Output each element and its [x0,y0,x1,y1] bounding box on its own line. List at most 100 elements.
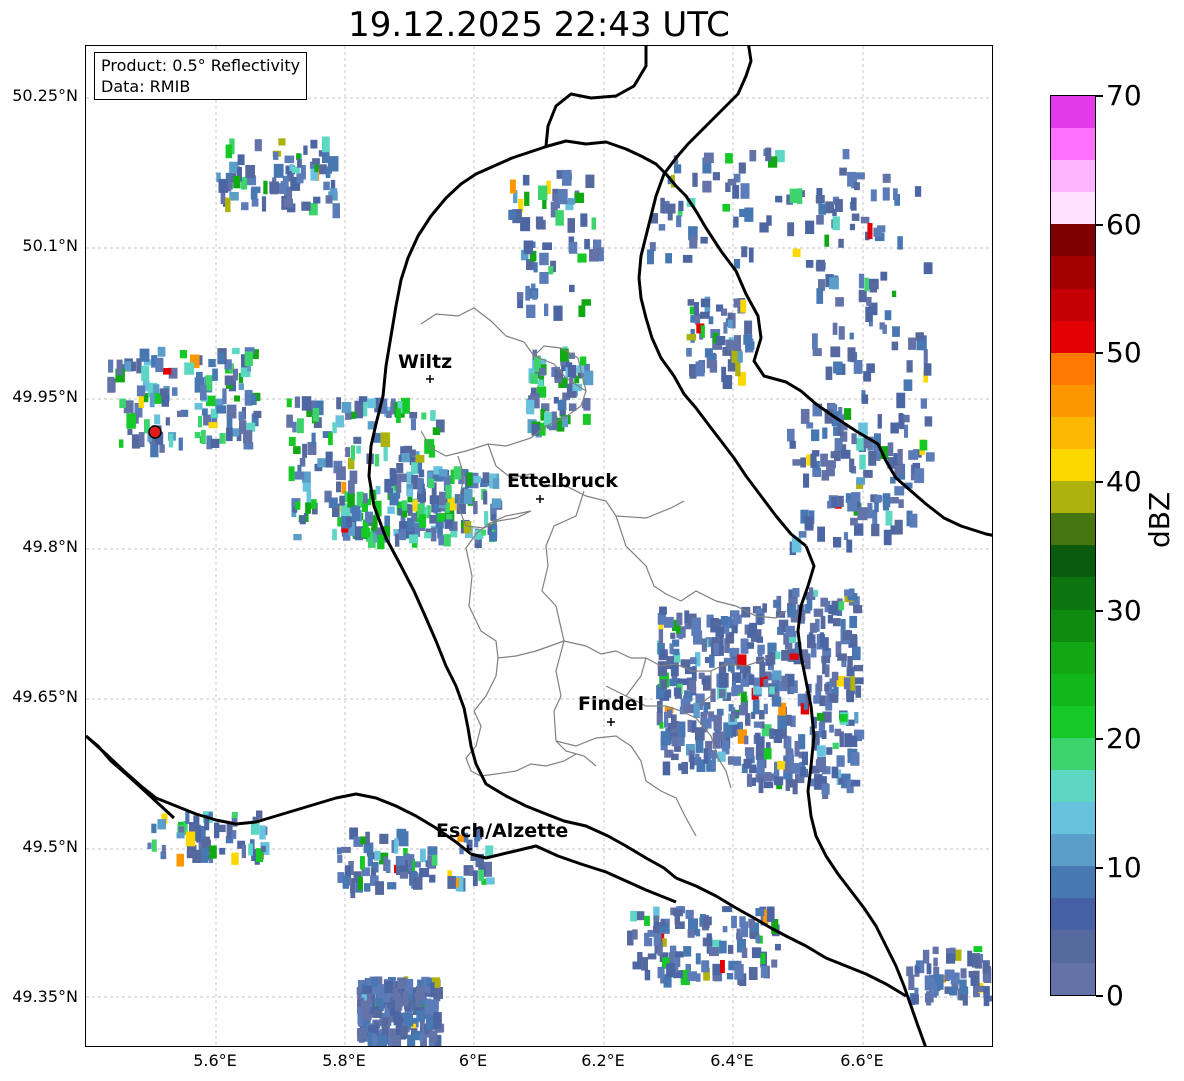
echo-pixel [350,445,355,460]
colorbar-segment [1051,705,1095,738]
echo-pixel [231,852,239,865]
echo-pixel [812,348,822,357]
echo-pixel [632,929,638,940]
echo-pixel [332,203,340,219]
echo-pixel [345,447,351,457]
echo-pixel [161,844,166,857]
echo-pixel [383,445,388,462]
echo-pixel [216,405,226,414]
echo-pixel [524,191,530,206]
echo-pixel [301,396,312,411]
lon-tick-label: 6°E [458,1051,488,1070]
echo-pixel [445,485,452,499]
echo-pixel [812,333,818,350]
echo-pixel [843,532,849,540]
echo-pixel [861,394,869,404]
echo-pixel [865,306,873,322]
echo-pixel [243,430,253,444]
radar-echoes [107,136,992,1046]
echo-pixel [820,616,826,629]
colorbar-tick [1096,481,1103,483]
colorbar-segment [1051,577,1095,610]
echo-pixel [553,305,563,321]
echo-pixel [157,819,166,830]
echo-pixel [856,437,864,451]
echo-pixel [491,498,502,509]
echo-pixel [548,266,554,275]
echo-pixel [784,642,793,650]
echo-pixel [382,1026,388,1036]
echo-pixel [418,469,425,478]
echo-pixel [816,215,824,225]
echo-pixel [408,534,419,544]
echo-pixel [339,495,345,506]
echo-pixel [890,422,899,434]
echo-pixel [762,603,767,613]
echo-pixel [849,458,855,473]
echo-pixel [866,296,872,306]
echo-pixel [350,885,356,899]
echo-pixel [777,626,782,635]
echo-pixel [720,616,728,626]
echo-pixel [798,531,807,538]
echo-pixel [424,532,432,539]
echo-pixel [851,433,857,445]
echo-pixel [755,908,765,917]
echo-pixel [766,906,775,922]
echo-pixel [725,153,733,164]
echo-pixel [749,764,757,774]
echo-pixel [430,410,436,421]
echo-pixel [781,675,788,688]
echo-pixel [821,783,830,795]
colorbar-tick [1096,352,1103,354]
echo-pixel [838,326,845,340]
echo-pixel [196,371,203,379]
echo-pixel [882,187,890,201]
echo-pixel [407,1034,416,1046]
radar-site-marker [148,425,162,439]
echo-pixel [358,876,363,891]
echo-pixel [841,660,847,667]
echo-pixel [306,410,312,417]
colorbar-segment [1051,192,1095,225]
echo-pixel [740,299,747,313]
echo-pixel [671,714,677,729]
echo-pixel [578,305,586,317]
echo-pixel [536,219,546,230]
echo-pixel [695,361,705,377]
echo-pixel [817,526,825,542]
echo-pixel [200,429,206,444]
echo-pixel [722,906,733,913]
echo-pixel [431,527,437,540]
echo-pixel [748,624,756,635]
echo-pixel [863,469,873,478]
echo-pixel [419,514,427,528]
echo-pixel [325,195,333,204]
echo-pixel [766,215,772,226]
echo-pixel [719,940,727,954]
echo-pixel [904,424,908,438]
echo-pixel [849,735,858,747]
echo-pixel [312,158,320,165]
echo-pixel [813,589,818,597]
echo-pixel [671,736,679,747]
echo-pixel [765,147,772,162]
echo-pixel [756,758,765,774]
echo-pixel [746,750,753,759]
echo-pixel [753,721,762,728]
echo-pixel [411,462,418,475]
echo-pixel [360,1000,371,1012]
echo-pixel [584,239,590,250]
lon-tick-label: 5.8°E [322,1051,366,1070]
echo-pixel [473,501,478,515]
echo-pixel [224,375,233,386]
echo-pixel [839,167,847,176]
echo-pixel [892,290,897,297]
echo-pixel [374,850,381,861]
echo-pixel [731,725,737,737]
echo-pixel [539,367,546,376]
echo-pixel [894,464,904,475]
echo-pixel [526,399,535,415]
echo-pixel [538,185,548,201]
echo-pixel [567,218,575,233]
